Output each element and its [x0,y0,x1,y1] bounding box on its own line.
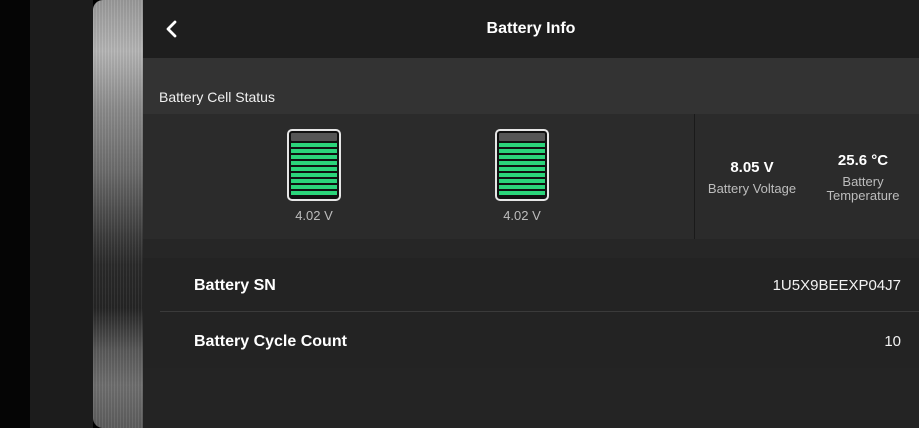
battery-cycle-count-label: Battery Cycle Count [194,333,347,350]
camera-feed-background [93,0,143,428]
battery-sn-row: Battery SN 1U5X9BEEXP04J7 [160,258,919,313]
section-header [143,58,919,114]
side-strip [30,0,93,428]
battery-cell-2-icon [495,129,549,201]
section-gap [143,239,919,258]
battery-cycle-count-row: Battery Cycle Count 10 [160,314,919,369]
battery-temperature-label-line2: Temperature [826,188,900,203]
cell-2-voltage: 4.02 V [503,208,541,223]
header-bar: Battery Info [143,0,919,58]
battery-sn-label: Battery SN [194,277,276,294]
battery-voltage-label: Battery Voltage [707,181,797,196]
row-divider [160,311,919,312]
battery-cell-1-icon [287,129,341,201]
section-label-cell-status: Battery Cell Status [159,89,275,105]
battery-info-panel: Battery Info Battery Cell Status 4.02 V … [143,0,919,428]
battery-temperature-label-line1: Battery [842,174,884,189]
battery-temperature-value: 25.6 °C [837,152,889,169]
screen-bezel [0,0,30,428]
cell-1-voltage: 4.02 V [295,208,333,223]
battery-voltage-value: 8.05 V [730,159,774,176]
empty-bottom-area [143,368,919,428]
page-title: Battery Info [486,20,576,37]
battery-cycle-count-value: 10 [884,333,901,350]
battery-sn-value: 1U5X9BEEXP04J7 [772,277,901,294]
vertical-divider [694,114,695,239]
